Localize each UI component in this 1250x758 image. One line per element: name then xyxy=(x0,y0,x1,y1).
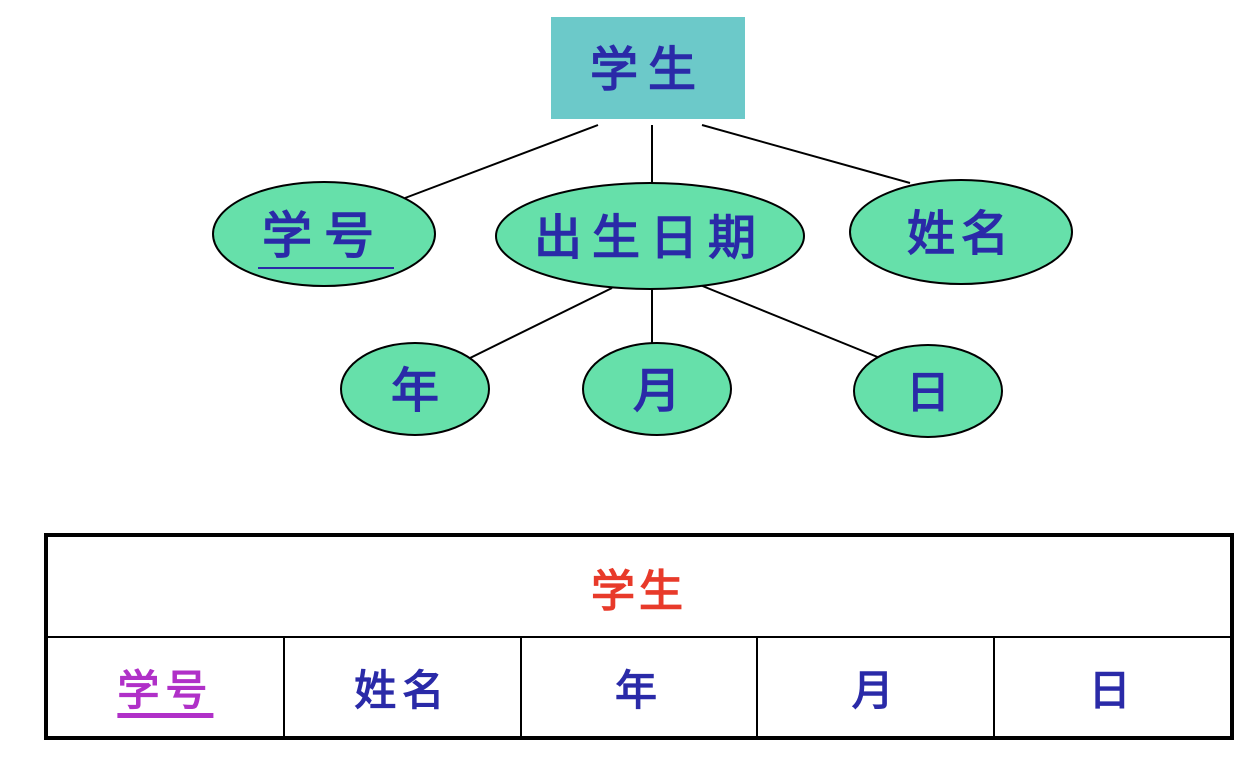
attr-year: 年 xyxy=(340,342,490,436)
er-diagram: 学生 学号 出生日期 姓名 年 月 日 xyxy=(212,17,1073,438)
attr-student-id: 学号 xyxy=(212,181,436,287)
attr-name: 姓名 xyxy=(849,179,1073,285)
table-title-row: 学生 xyxy=(48,537,1230,638)
column-year: 年 xyxy=(522,638,759,736)
attr-label: 姓名 xyxy=(907,206,1015,262)
edge-birthdate-year xyxy=(465,287,613,361)
edge-entity-name xyxy=(701,124,911,184)
column-month: 月 xyxy=(758,638,996,736)
edge-entity-id xyxy=(404,124,599,199)
column-day: 日 xyxy=(1088,665,1137,715)
edge-birthdate-day xyxy=(699,284,881,359)
attr-day: 日 xyxy=(853,344,1003,438)
column-name: 姓名 xyxy=(285,638,522,736)
table-columns-row: 学号 姓名 年 月 日 xyxy=(48,638,1230,736)
attr-label: 学号 xyxy=(262,207,386,265)
attr-label: 日 xyxy=(906,368,950,419)
slide-canvas: 学生 学号 出生日期 姓名 年 月 日 学生 学号 姓名 年 月 日 xyxy=(0,0,1250,758)
attr-month: 月 xyxy=(582,342,732,436)
relation-table: 学生 学号 姓名 年 月 日 xyxy=(44,533,1234,740)
table-title: 学生 xyxy=(591,565,687,617)
attr-birthdate: 出生日期 xyxy=(495,182,805,290)
column-student-id: 学号 xyxy=(48,638,285,736)
entity-label: 学生 xyxy=(590,42,706,98)
attr-label: 出生日期 xyxy=(534,210,766,266)
attr-label: 月 xyxy=(633,363,681,419)
entity-student: 学生 xyxy=(551,17,745,119)
attr-label: 年 xyxy=(391,363,439,419)
